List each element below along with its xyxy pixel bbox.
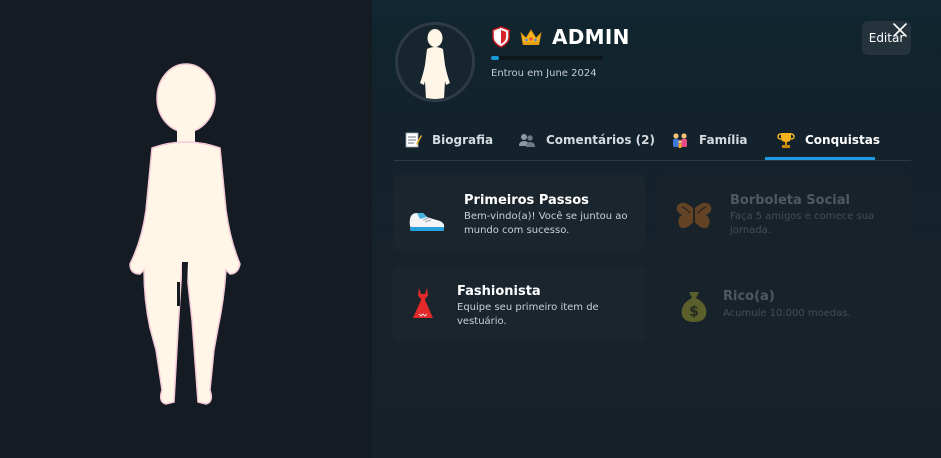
tab-biografia[interactable]: Biografia [404,122,493,158]
avatar-figure [129,63,241,405]
avatar-thumbnail [420,29,450,99]
profile-tabs: Biografia Comentários (2) Família Conqui… [394,122,911,161]
achievement-description: Equipe seu primeiro item de vestuário. [457,302,599,327]
family-icon [673,133,687,148]
tab-familia-label: Família [699,133,748,147]
sneaker-icon [409,213,445,231]
tab-biografia-label: Biografia [432,133,494,147]
name-row: ADMIN [491,24,630,50]
xp-progress-fill [491,56,499,60]
achievement-description: Faça 5 amigos e comece sua jornada. [730,211,875,236]
achievement-title: Fashionista [457,284,541,299]
achievement-title: Borboleta Social [730,193,850,208]
tab-comentarios-label: Comentários (2) [546,133,655,147]
tab-conquistas[interactable]: Conquistas [777,122,880,158]
achievement-card-rico[interactable]: $ Rico(a) Acumule 10.000 moedas. [658,266,910,342]
achievement-title: Primeiros Passos [464,193,589,208]
shield-badge-icon [492,26,510,48]
tab-familia[interactable]: Família [671,122,748,158]
tab-comentarios[interactable]: Comentários (2) [518,122,655,158]
achievement-description: Acumule 10.000 moedas. [723,308,851,319]
trophy-icon [777,133,795,148]
people-icon [519,134,535,147]
close-icon[interactable] [890,20,910,40]
achievement-card-fashionista[interactable]: Fashionista Equipe seu primeiro item de … [393,266,645,342]
achievement-description: Bem-vindo(a)! Você se juntou ao mundo co… [464,211,628,236]
butterfly-icon [676,202,712,229]
achievement-card-borboleta-social[interactable]: Borboleta Social Faça 5 amigos e comece … [658,175,910,251]
profile-window: ADMIN Entrou em June 2024 Editar Biograf… [0,0,941,458]
xp-progress-bar [491,56,603,60]
achievement-title: Rico(a) [723,289,775,304]
joined-date: Entrou em June 2024 [491,68,597,79]
svg-text:$: $ [689,304,699,320]
money-bag-icon: $ [681,292,707,322]
avatar-preview-panel [0,0,372,458]
dress-icon [413,288,433,318]
tab-conquistas-label: Conquistas [805,133,880,147]
active-tab-indicator [765,157,875,160]
achievement-card-primeiros-passos[interactable]: Primeiros Passos Bem-vindo(a)! Você se j… [393,175,645,251]
profile-avatar [395,22,475,102]
profile-panel: ADMIN Entrou em June 2024 Editar Biograf… [372,0,941,458]
crown-badge-icon [520,29,542,45]
username: ADMIN [552,25,630,49]
notepad-icon [405,132,422,148]
